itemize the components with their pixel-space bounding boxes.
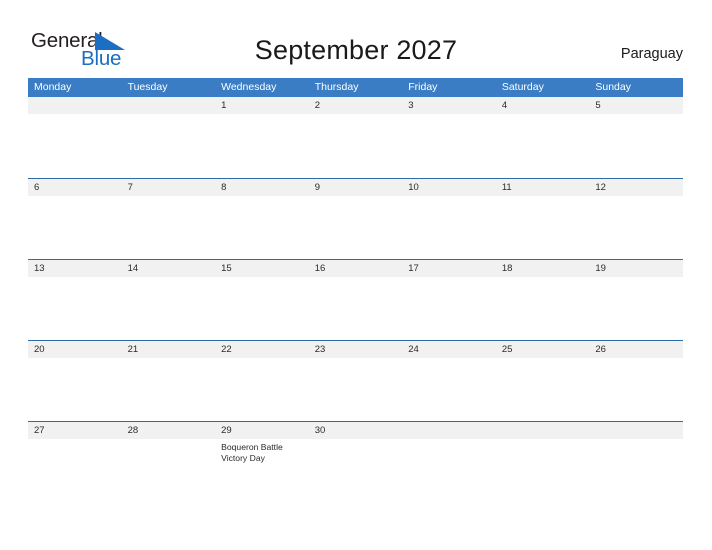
day-cell-2[interactable]: 2 bbox=[309, 97, 403, 178]
day-cell-23[interactable]: 23 bbox=[309, 341, 403, 422]
day-cell-30[interactable]: 30 bbox=[309, 422, 403, 503]
day-number: 15 bbox=[221, 263, 232, 274]
day-number: 17 bbox=[408, 263, 419, 274]
day-cell-27[interactable]: 27 bbox=[28, 422, 122, 503]
day-number: 5 bbox=[595, 100, 601, 111]
weekday-header-tuesday: Tuesday bbox=[127, 81, 168, 93]
day-cell-13[interactable]: 13 bbox=[28, 260, 122, 341]
day-number: 27 bbox=[34, 425, 45, 436]
day-number bbox=[33, 97, 117, 114]
day-cell-empty bbox=[402, 422, 496, 503]
weekday-header-sunday: Sunday bbox=[595, 81, 631, 93]
day-cell-empty bbox=[496, 422, 590, 503]
day-cell-22[interactable]: 22 bbox=[215, 341, 309, 422]
day-number: 28 bbox=[127, 425, 139, 436]
country-label: Paraguay bbox=[620, 46, 683, 62]
day-number: 3 bbox=[408, 100, 414, 111]
weekday-header-saturday: Saturday bbox=[501, 81, 544, 93]
week-row: 13 14 15 16 17 18 19 bbox=[28, 259, 683, 340]
week-cells: 6 7 8 9 10 11 12 bbox=[28, 179, 683, 260]
day-number bbox=[127, 97, 211, 114]
day-cell-28[interactable]: 28 bbox=[122, 422, 216, 503]
day-cell-3[interactable]: 3 bbox=[402, 97, 496, 178]
day-number: 24 bbox=[408, 344, 419, 355]
day-cell-16[interactable]: 16 bbox=[309, 260, 403, 341]
day-number: 4 bbox=[501, 100, 508, 111]
day-cell-empty bbox=[589, 422, 683, 503]
day-cell-17[interactable]: 17 bbox=[402, 260, 496, 341]
weekday-header-wednesday: Wednesday bbox=[221, 81, 277, 93]
week-row: 6 7 8 9 10 11 12 bbox=[28, 178, 683, 259]
day-cell-1[interactable]: 1 bbox=[215, 97, 309, 178]
day-number: 6 bbox=[34, 182, 40, 193]
day-cell-empty bbox=[122, 97, 216, 178]
day-number bbox=[594, 422, 678, 439]
week-row: 20 21 22 23 24 25 26 bbox=[28, 340, 683, 421]
day-number bbox=[501, 422, 585, 439]
day-cell-19[interactable]: 19 bbox=[589, 260, 683, 341]
weekday-header-thursday: Thursday bbox=[314, 81, 359, 93]
week-cells: 13 14 15 16 17 18 19 bbox=[28, 260, 683, 341]
day-number: 9 bbox=[314, 182, 320, 193]
day-cell-9[interactable]: 9 bbox=[309, 179, 403, 260]
day-number: 29 bbox=[221, 425, 232, 436]
day-number bbox=[407, 422, 491, 439]
day-number: 1 bbox=[221, 100, 227, 111]
calendar-grid: Monday Tuesday Wednesday Thursday Friday Satu… bbox=[28, 78, 683, 502]
day-cell-14[interactable]: 14 bbox=[122, 260, 216, 341]
day-number: 22 bbox=[221, 344, 232, 355]
week-row: 27 28 29 Boqueron Battle Victory Day 30 bbox=[28, 421, 683, 502]
day-number: 10 bbox=[408, 182, 419, 193]
day-number: 25 bbox=[501, 344, 513, 355]
day-cell-empty bbox=[28, 97, 122, 178]
day-cell-12[interactable]: 12 bbox=[589, 179, 683, 260]
calendar-page: General Blue September 2027 Paraguay Mon… bbox=[0, 0, 712, 550]
day-number: 18 bbox=[501, 263, 513, 274]
day-number: 23 bbox=[314, 344, 326, 355]
day-number: 12 bbox=[595, 182, 606, 193]
day-number: 19 bbox=[595, 263, 606, 274]
day-cell-10[interactable]: 10 bbox=[402, 179, 496, 260]
day-number: 16 bbox=[314, 263, 326, 274]
week-row: 1 2 3 4 5 bbox=[28, 97, 683, 178]
day-cell-7[interactable]: 7 bbox=[122, 179, 216, 260]
day-number: 14 bbox=[127, 263, 139, 274]
day-cell-25[interactable]: 25 bbox=[496, 341, 590, 422]
day-cell-26[interactable]: 26 bbox=[589, 341, 683, 422]
day-cell-15[interactable]: 15 bbox=[215, 260, 309, 341]
day-cell-8[interactable]: 8 bbox=[215, 179, 309, 260]
day-number: 11 bbox=[501, 182, 512, 193]
page-header: General Blue September 2027 Paraguay bbox=[0, 0, 712, 78]
day-cell-29[interactable]: 29 Boqueron Battle Victory Day bbox=[215, 422, 309, 503]
day-cell-11[interactable]: 11 bbox=[496, 179, 590, 260]
day-cell-24[interactable]: 24 bbox=[402, 341, 496, 422]
page-title: September 2027 bbox=[254, 35, 458, 65]
day-number: 13 bbox=[34, 263, 45, 274]
day-events: Boqueron Battle Victory Day bbox=[220, 439, 304, 463]
day-number: 30 bbox=[314, 425, 326, 436]
week-cells: 1 2 3 4 5 bbox=[28, 97, 683, 178]
day-cell-5[interactable]: 5 bbox=[589, 97, 683, 178]
weekday-header-row: Monday Tuesday Wednesday Thursday Friday Satu… bbox=[28, 78, 683, 97]
day-number: 21 bbox=[127, 344, 139, 355]
day-number: 26 bbox=[595, 344, 606, 355]
day-cell-21[interactable]: 21 bbox=[122, 341, 216, 422]
day-number: 20 bbox=[34, 344, 45, 355]
calendar-weeks: 1 2 3 4 5 6 7 8 9 10 11 12 13 14 15 16 17 18 19 20 21 22 23 24 2… bbox=[28, 97, 683, 502]
day-cell-6[interactable]: 6 bbox=[28, 179, 122, 260]
day-cell-4[interactable]: 4 bbox=[496, 97, 590, 178]
holiday-label: Boqueron Battle Victory Day bbox=[221, 442, 283, 463]
week-cells: 27 28 29 Boqueron Battle Victory Day 30 bbox=[28, 422, 683, 503]
weekday-header-monday: Monday bbox=[34, 81, 72, 93]
day-number: 2 bbox=[314, 100, 320, 111]
day-number: 8 bbox=[221, 182, 227, 193]
week-cells: 20 21 22 23 24 25 26 bbox=[28, 341, 683, 422]
weekday-header-friday: Friday bbox=[408, 81, 438, 93]
day-cell-18[interactable]: 18 bbox=[496, 260, 590, 341]
day-cell-20[interactable]: 20 bbox=[28, 341, 122, 422]
day-number: 7 bbox=[127, 182, 133, 193]
